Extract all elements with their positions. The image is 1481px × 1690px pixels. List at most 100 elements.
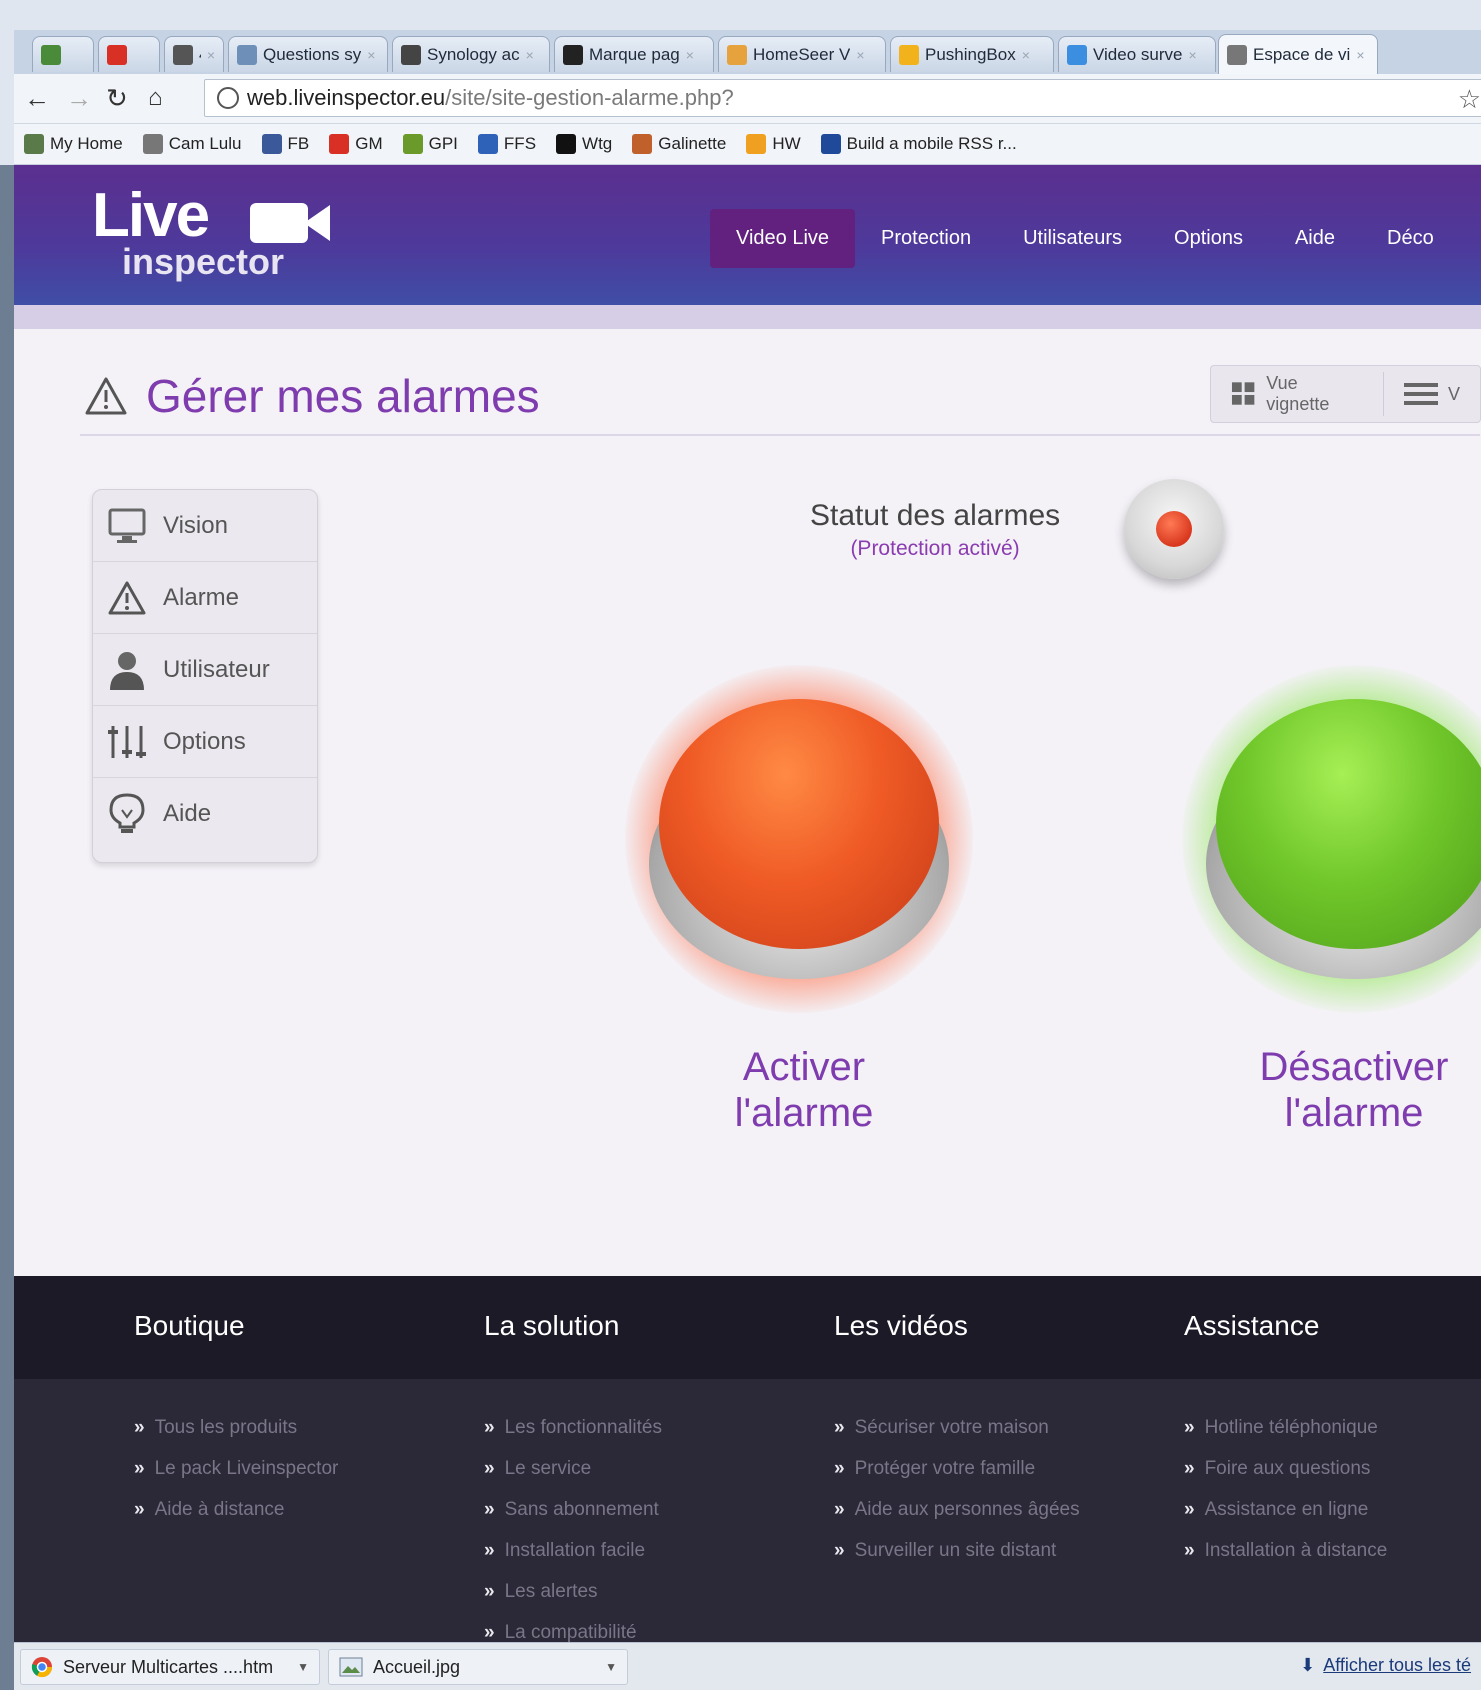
bookmark-item[interactable]: FFS (477, 134, 537, 154)
footer-link-label: Aide aux personnes âgées (854, 1499, 1080, 1520)
browser-tab[interactable]: 42 × (164, 36, 224, 72)
side-menu-label: Utilisateur (163, 655, 270, 683)
bookmark-item[interactable]: Build a mobile RSS r... (820, 134, 1017, 154)
footer-link-label: Les alertes (504, 1581, 598, 1602)
browser-tab[interactable]: Marque pag × (554, 36, 714, 72)
status-subtitle: (Protection activé) (850, 537, 1020, 560)
nav-deconnexion[interactable]: Déco (1361, 209, 1460, 268)
bookmark-item[interactable]: My Home (24, 134, 123, 154)
side-menu-utilisateur[interactable]: Utilisateur (93, 634, 317, 706)
grid-view-button[interactable]: Vue vignette (1211, 366, 1383, 422)
lightbulb-icon (107, 793, 147, 834)
footer-link[interactable]: » Installation à distance (1184, 1540, 1387, 1581)
activate-line-1: Activer (742, 1045, 866, 1089)
browser-tab[interactable]: PushingBox × (890, 36, 1054, 72)
footer-link[interactable]: » Sécuriser votre maison (834, 1417, 1080, 1458)
bookmark-item[interactable]: Cam Lulu (142, 134, 242, 154)
chevron-right-icon: » (1184, 1458, 1195, 1479)
footer-link[interactable]: » Foire aux questions (1184, 1458, 1387, 1499)
bookmark-item[interactable]: GPI (402, 134, 458, 154)
bookmark-label: FFS (503, 134, 537, 153)
footer-link[interactable]: » La compatibilité (484, 1622, 662, 1642)
browser-tab[interactable]: Espace de vi × (1218, 34, 1378, 74)
close-tab-icon[interactable]: × (1188, 47, 1196, 63)
side-menu-options[interactable]: Options (93, 706, 317, 778)
download-item[interactable]: Serveur Multicartes ....htm ▼ (20, 1649, 320, 1685)
footer-link[interactable]: » Protéger votre famille (834, 1458, 1080, 1499)
back-button[interactable]: ← (24, 84, 50, 112)
nav-video-live[interactable]: Video Live (710, 209, 856, 268)
facebook-icon (261, 134, 282, 154)
reload-button[interactable]: ↻ (106, 84, 128, 112)
footer-link[interactable]: » Sans abonnement (484, 1499, 662, 1540)
bookmark-item[interactable]: FB (261, 134, 309, 154)
nav-options[interactable]: Options (1148, 209, 1269, 268)
nav-utilisateurs[interactable]: Utilisateurs (997, 209, 1148, 268)
show-all-downloads-link[interactable]: ⬇ Afficher tous les té (1300, 1655, 1471, 1676)
side-menu-aide[interactable]: Aide (93, 778, 317, 850)
footer-link[interactable]: » Les fonctionnalités (484, 1417, 662, 1458)
address-bar[interactable]: web.liveinspector.eu/site/site-gestion-a… (204, 79, 1481, 117)
show-all-label: Afficher tous les té (1323, 1655, 1471, 1675)
bookmark-item[interactable]: HW (746, 134, 801, 154)
close-tab-icon[interactable]: × (1022, 47, 1030, 63)
bookmark-star-icon[interactable]: ☆ (1458, 84, 1481, 115)
footer-link[interactable]: » Les alertes (484, 1581, 662, 1622)
logo-inspector-text: inspector (122, 241, 285, 282)
footer-link[interactable]: » Assistance en ligne (1184, 1499, 1387, 1540)
deactivate-alarm-label[interactable]: Désactiver l'alarme (1214, 1044, 1481, 1136)
heading-rule (80, 434, 1480, 436)
list-view-button[interactable]: V (1384, 366, 1480, 422)
footer-link[interactable]: » Aide aux personnes âgées (834, 1499, 1080, 1540)
leaf-icon (402, 134, 423, 154)
close-tab-icon[interactable]: × (686, 47, 694, 63)
close-tab-icon[interactable]: × (526, 47, 534, 63)
browser-tab[interactable]: Video surve × (1058, 36, 1216, 72)
footer-link[interactable]: » Installation facile (484, 1540, 662, 1581)
rss-icon (820, 134, 841, 154)
footer-link[interactable]: » Le service (484, 1458, 662, 1499)
bookmark-item[interactable]: Wtg (556, 134, 612, 154)
footer-link[interactable]: » Aide à distance (134, 1499, 338, 1540)
close-tab-icon[interactable]: × (1356, 47, 1364, 63)
dropdown-arrow-icon[interactable]: ▼ (297, 1660, 309, 1674)
close-tab-icon[interactable]: × (367, 47, 375, 63)
browser-tab[interactable] (32, 36, 94, 72)
side-menu-alarme[interactable]: Alarme (93, 562, 317, 634)
browser-tab[interactable] (98, 36, 160, 72)
side-menu-label: Vision (163, 511, 228, 539)
footer-heading: Les vidéos (834, 1310, 968, 1341)
footer-link-label: Installation à distance (1204, 1540, 1388, 1561)
liveinspector-logo[interactable]: Live inspector (92, 185, 330, 282)
nav-aide[interactable]: Aide (1269, 209, 1361, 268)
footer-link[interactable]: » Hotline téléphonique (1184, 1417, 1387, 1458)
home-button[interactable]: ⌂ (148, 84, 163, 112)
deactivate-alarm-button[interactable] (1182, 665, 1481, 1013)
dropdown-arrow-icon[interactable]: ▼ (605, 1660, 617, 1674)
chevron-right-icon: » (1184, 1499, 1195, 1520)
url-path: /site/site-gestion-alarme.php? (445, 85, 734, 110)
grid-icon (1231, 382, 1255, 405)
browser-tab[interactable]: HomeSeer V × (718, 36, 886, 72)
warning-icon (107, 578, 147, 618)
download-item[interactable]: Accueil.jpg ▼ (328, 1649, 628, 1685)
activate-alarm-button[interactable] (625, 665, 973, 1013)
close-tab-icon[interactable]: × (207, 47, 215, 63)
activate-alarm-label[interactable]: Activer l'alarme (654, 1044, 954, 1136)
tab-label: Video surve (1093, 44, 1183, 64)
browser-tab[interactable]: Synology ac × (392, 36, 550, 72)
footer-column: » Les fonctionnalités » Le service » Sans abo… (484, 1417, 662, 1642)
nav-protection[interactable]: Protection (855, 209, 997, 268)
bookmark-item[interactable]: GM (329, 134, 383, 154)
close-tab-icon[interactable]: × (856, 47, 864, 63)
tab-label: Questions sy (263, 44, 362, 64)
browser-tab[interactable]: Questions sy × (228, 36, 388, 72)
side-menu-vision[interactable]: Vision (93, 490, 317, 562)
page-heading: Gérer mes alarmes (84, 369, 540, 423)
bookmark-item[interactable]: Galinette (632, 134, 726, 154)
footer-link[interactable]: » Surveiller un site distant (834, 1540, 1080, 1581)
footer-link[interactable]: » Tous les produits (134, 1417, 338, 1458)
forward-button[interactable]: → (66, 84, 92, 112)
footer-column: » Tous les produits » Le pack Liveinspector… (134, 1417, 338, 1540)
footer-link[interactable]: » Le pack Liveinspector (134, 1458, 338, 1499)
